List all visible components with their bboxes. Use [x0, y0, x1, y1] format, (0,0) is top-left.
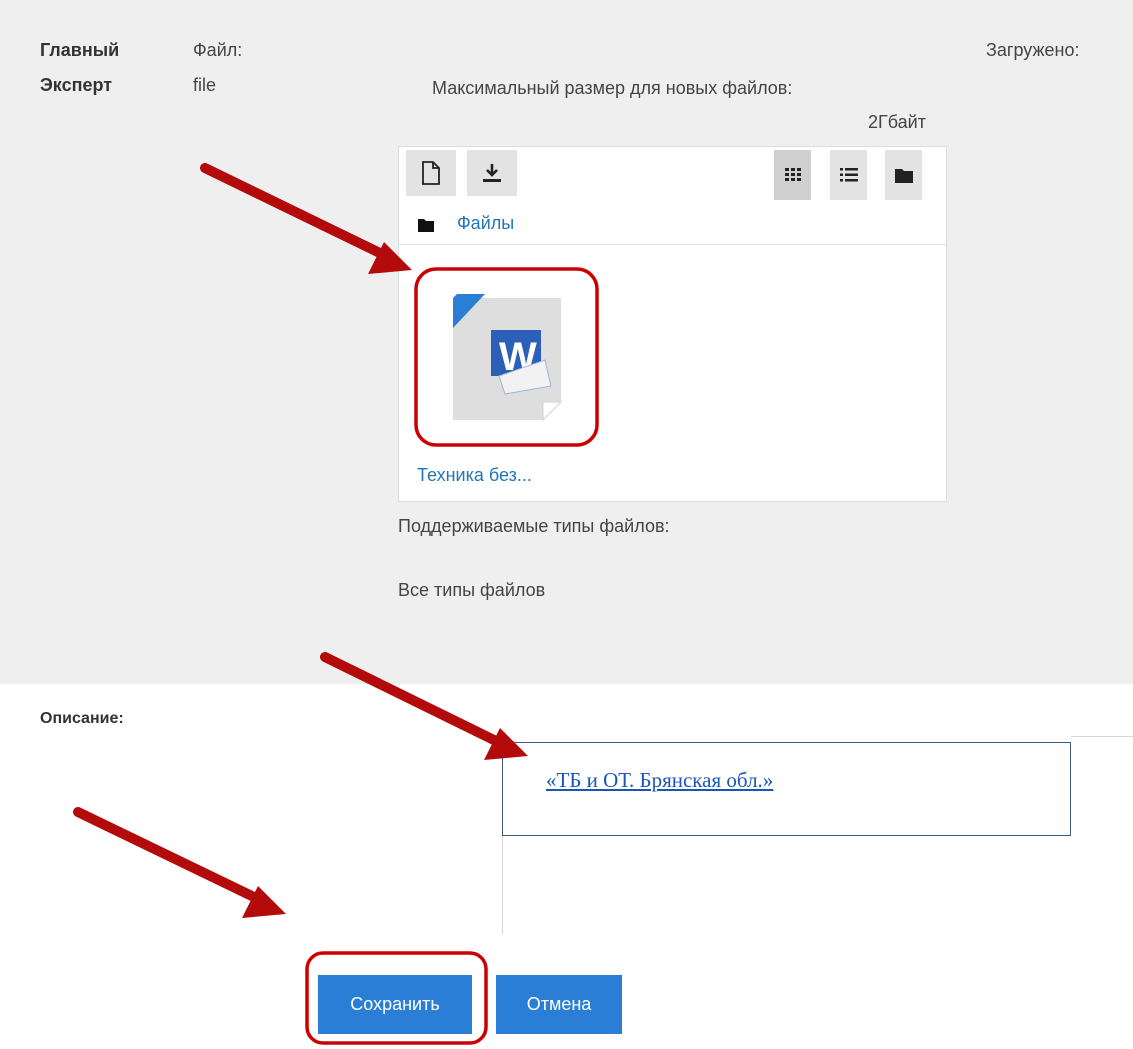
breadcrumb-files[interactable]: Файлы [457, 213, 514, 234]
file-item[interactable]: W [433, 284, 581, 436]
supported-types-label: Поддерживаемые типы файлов: [398, 516, 670, 536]
word-document-icon: W [453, 294, 563, 422]
tree-view-button[interactable] [885, 150, 922, 200]
role-label-line2: Эксперт [40, 75, 113, 95]
folder-view-icon [894, 168, 913, 183]
max-size-label: Максимальный размер для новых файлов: [432, 78, 793, 98]
file-label: Файл: [193, 40, 243, 60]
file-icon [422, 161, 440, 185]
folder-icon [418, 219, 434, 232]
role-label-line1: Главный [40, 40, 120, 60]
editor-border-top [1071, 736, 1133, 737]
supported-types-value: Все типы файлов [398, 580, 546, 600]
file-name-link[interactable]: Техника без... [417, 465, 532, 486]
save-button[interactable]: Сохранить [318, 975, 472, 1034]
annotation-arrowhead [242, 886, 286, 918]
list-view-button[interactable] [830, 150, 867, 200]
divider [399, 244, 948, 245]
description-link[interactable]: «ТБ и ОТ. Брянская обл.» [546, 768, 773, 793]
download-icon [483, 164, 501, 182]
max-size-value: 2Гбайт [868, 112, 926, 132]
annotation-arrow [73, 807, 261, 903]
file-field-name: file [193, 75, 217, 95]
download-all-button[interactable] [467, 150, 517, 196]
description-editor[interactable]: «ТБ и ОТ. Брянская обл.» [502, 742, 1071, 836]
cancel-button[interactable]: Отмена [496, 975, 622, 1034]
description-label: Описание: [40, 710, 124, 727]
grid-view-button[interactable] [774, 150, 811, 200]
add-file-button[interactable] [406, 150, 456, 196]
file-manager: Файлы W Техника без... [398, 146, 948, 502]
list-view-icon [839, 168, 858, 182]
uploaded-label: Загружено: [986, 40, 1080, 60]
grid-view-icon [784, 168, 801, 181]
